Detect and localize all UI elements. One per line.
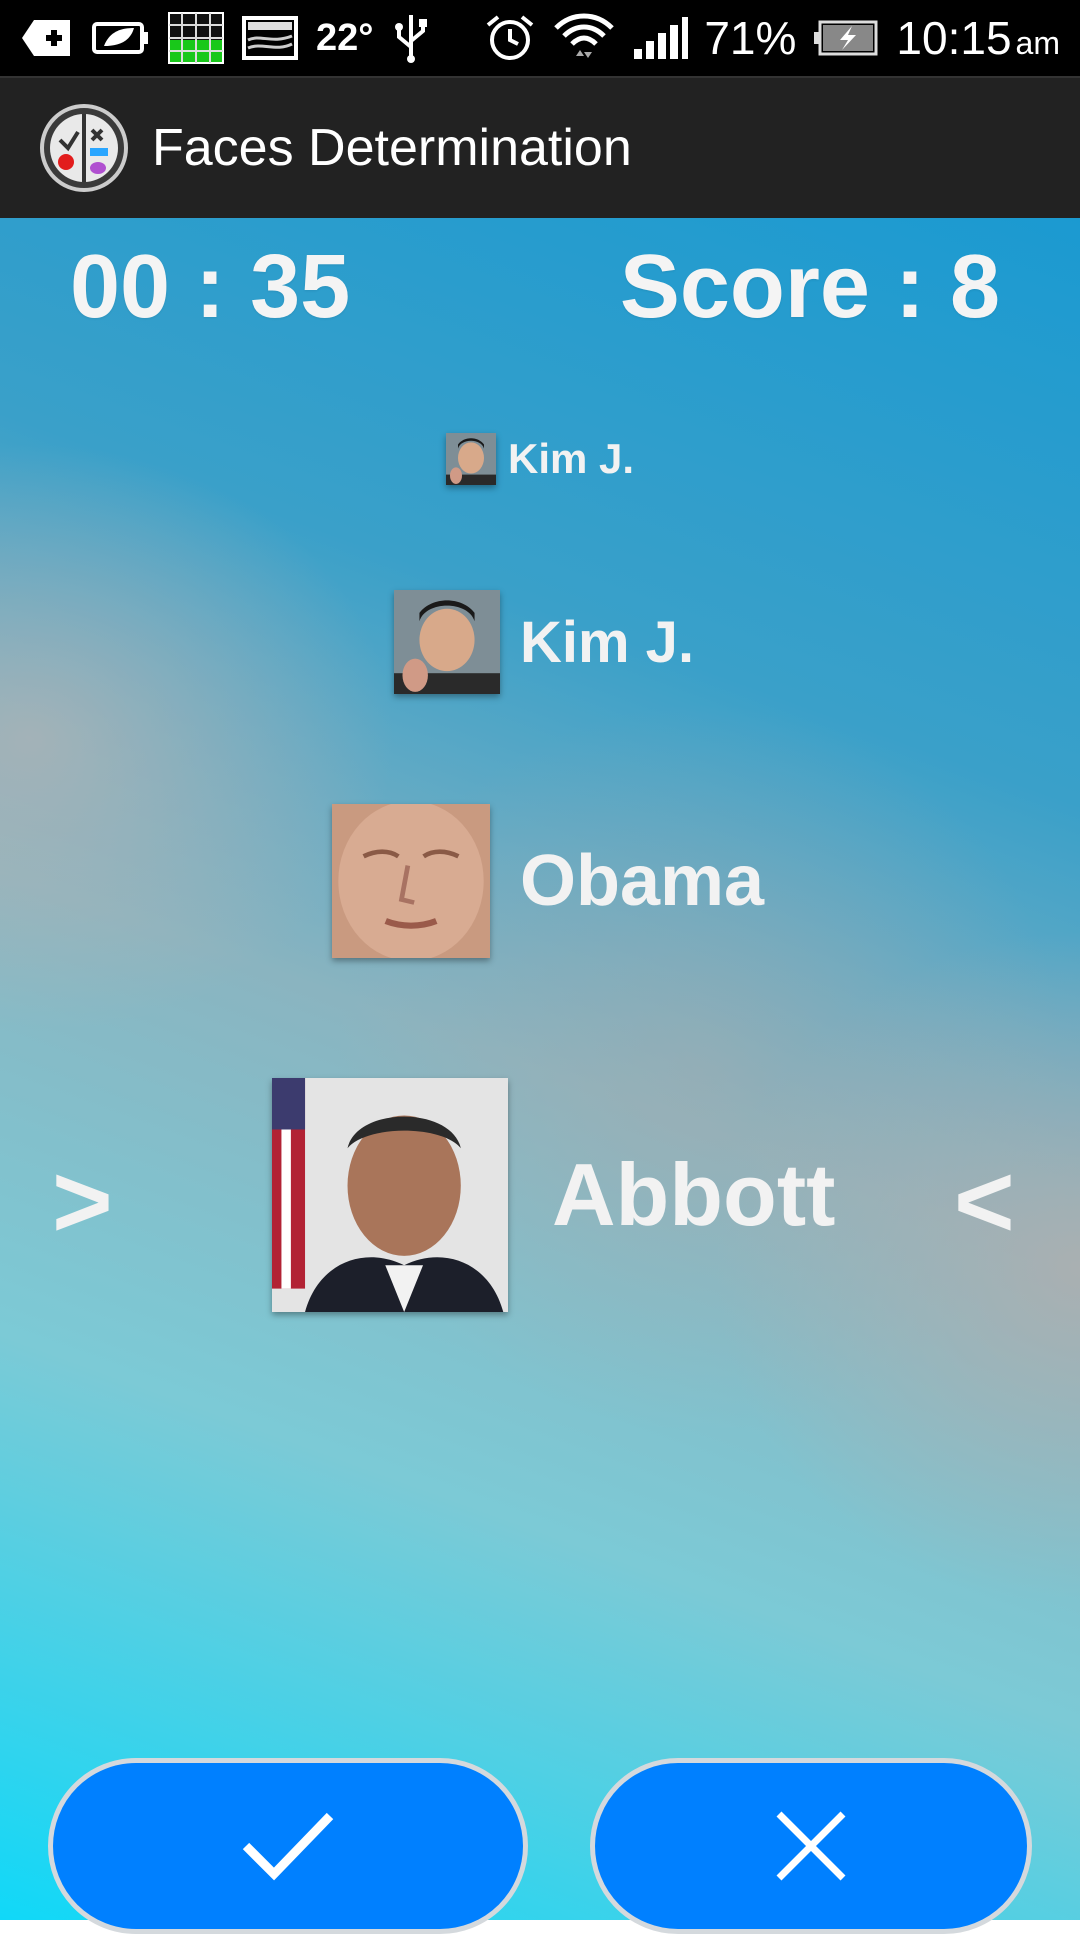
clock: 10:15 am <box>896 11 1060 65</box>
app-title: Faces Determination <box>152 119 632 177</box>
image-icon <box>242 14 298 62</box>
clock-time: 10:15 <box>896 12 1012 64</box>
signal-icon <box>632 14 689 62</box>
wifi-icon <box>552 13 616 62</box>
action-bar: Faces Determination <box>0 76 1080 218</box>
face-row: Abbott <box>272 1078 835 1312</box>
face-row: Obama <box>332 804 764 958</box>
face-name-label: Kim J. <box>508 435 635 482</box>
face-name-label: Abbott <box>552 1145 836 1244</box>
status-bar: 22° 71% 10:15 am <box>0 0 1080 76</box>
checkmark-icon <box>242 1812 334 1881</box>
usb-icon <box>391 14 431 63</box>
grid-widget-icon <box>168 12 224 64</box>
face-thumbnail-abbott <box>332 804 490 958</box>
wrong-button[interactable] <box>590 1758 1032 1934</box>
battery-saver-icon <box>92 14 150 62</box>
face-thumbnail-kim <box>446 433 496 485</box>
face-thumbnail-kim <box>394 590 500 694</box>
faces-app-icon[interactable] <box>40 104 128 192</box>
alarm-icon <box>484 14 536 62</box>
temperature-label: 22° <box>316 16 374 59</box>
arrow-left-marker: > <box>52 1144 113 1260</box>
timer: 00 : 35 <box>70 237 351 337</box>
game-area: 00 : 35 Score : 8 Kim J. Kim J. Obama Ab… <box>0 218 1080 1934</box>
x-icon <box>776 1811 846 1881</box>
battery-charging-icon <box>812 14 880 62</box>
face-name-label: Kim J. <box>520 609 695 675</box>
add-notification-icon <box>20 14 74 62</box>
score: Score : 8 <box>619 237 1000 337</box>
face-name-label: Obama <box>520 841 765 921</box>
arrow-right-marker: < <box>954 1144 1015 1260</box>
clock-ampm: am <box>1015 25 1060 61</box>
battery-percent: 71% <box>704 12 797 64</box>
face-thumbnail-obama <box>272 1078 508 1312</box>
face-row: Kim J. <box>394 590 694 694</box>
correct-button[interactable] <box>48 1758 528 1934</box>
face-row: Kim J. <box>446 433 634 485</box>
